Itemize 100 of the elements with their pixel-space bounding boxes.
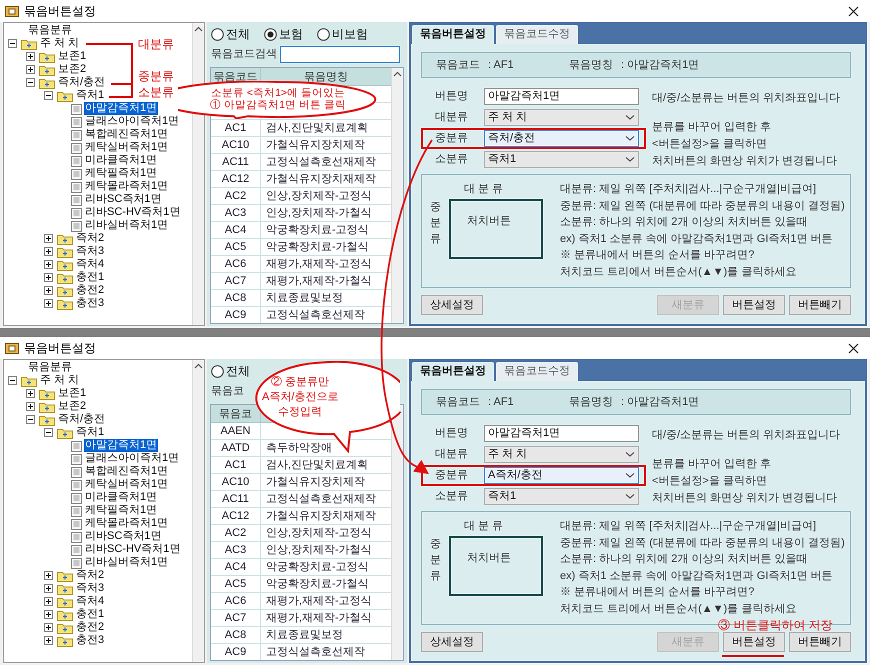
tree-item[interactable]: 충전1 <box>75 271 106 284</box>
tree-item[interactable]: 보존2 <box>57 63 88 76</box>
tree-item[interactable]: 주 처 치 <box>39 37 80 50</box>
radio-button[interactable]: 전체 <box>211 25 250 43</box>
collapse-icon[interactable] <box>44 428 53 437</box>
action-button[interactable]: 상세설정 <box>421 295 483 315</box>
expand-icon[interactable] <box>44 584 53 593</box>
tree-item[interactable]: 리바실버즉처1면 <box>84 219 170 232</box>
tree-item[interactable]: 케탁필즉처1면 <box>84 167 158 180</box>
radio-icon[interactable] <box>211 28 224 40</box>
tree-item[interactable]: 복합레진즉처1면 <box>84 465 170 478</box>
text-field[interactable]: 아말감즉처1면 <box>484 88 639 105</box>
tree-scrollbar[interactable] <box>192 360 204 662</box>
expand-icon[interactable] <box>44 234 53 243</box>
collapse-icon[interactable] <box>26 415 35 424</box>
tab[interactable]: 묶음코드수정 <box>496 362 578 381</box>
tree-item[interactable]: 즉처2 <box>75 232 106 245</box>
expand-icon[interactable] <box>26 65 35 74</box>
tree-item[interactable]: 즉처/충전 <box>57 76 106 89</box>
tree-item[interactable]: 충전2 <box>75 284 106 297</box>
dropdown[interactable]: 즉처1 <box>484 151 639 168</box>
expand-icon[interactable] <box>44 597 53 606</box>
tree-item[interactable]: 즉처3 <box>75 245 106 258</box>
expand-icon[interactable] <box>26 402 35 411</box>
list-scrollbar[interactable] <box>391 405 403 660</box>
action-button[interactable]: 버튼빼기 <box>789 295 851 315</box>
dropdown[interactable]: 즉처/충전 <box>484 130 639 147</box>
expand-icon[interactable] <box>44 610 53 619</box>
tab[interactable]: 묶음버튼설정 <box>412 362 494 381</box>
tree-item[interactable]: 리바실버즉처1면 <box>84 556 170 569</box>
tree-item[interactable]: 보존1 <box>57 387 88 400</box>
tree-item[interactable]: 리바SC즉처1면 <box>84 530 162 543</box>
radio-icon[interactable] <box>317 28 330 40</box>
tree-item[interactable]: 즉처3 <box>75 582 106 595</box>
expand-icon[interactable] <box>26 52 35 61</box>
action-button[interactable]: 상세설정 <box>421 632 483 652</box>
tab[interactable]: 묶음코드수정 <box>496 25 578 44</box>
tree-item[interactable]: 케탁실버즉처1면 <box>84 141 170 154</box>
tree-item[interactable]: 즉처/충전 <box>57 413 106 426</box>
tree-item[interactable]: 보존1 <box>57 50 88 63</box>
collapse-icon[interactable] <box>26 78 35 87</box>
action-button[interactable]: 버튼설정 <box>723 295 785 315</box>
dropdown[interactable]: 즉처1 <box>484 488 639 505</box>
radio-icon[interactable] <box>211 364 224 378</box>
tree-scrollbar[interactable] <box>192 23 204 325</box>
radio-button[interactable]: 비보험 <box>317 25 368 43</box>
tree-item[interactable]: 보존2 <box>57 400 88 413</box>
collapse-icon[interactable] <box>8 39 17 48</box>
radio-icon[interactable] <box>264 28 277 40</box>
radio-button[interactable]: 전체 <box>211 362 250 380</box>
expand-icon[interactable] <box>44 636 53 645</box>
expand-icon[interactable] <box>44 273 53 282</box>
tree-item[interactable]: 주 처 치 <box>39 374 80 387</box>
search-field[interactable] <box>280 46 400 62</box>
tree-item[interactable]: 즉처1 <box>75 426 106 439</box>
tree-item[interactable]: 즉처4 <box>75 258 106 271</box>
dropdown[interactable]: A즉처/충전 <box>484 467 639 484</box>
tree-item[interactable]: 즉처1 <box>75 89 106 102</box>
tree-item[interactable]: 충전3 <box>75 297 106 310</box>
tree-item[interactable]: 케탁실버즉처1면 <box>84 478 170 491</box>
tree-item[interactable]: 케탁몰라즉처1면 <box>84 180 170 193</box>
radio-button[interactable]: 보험 <box>264 25 303 43</box>
close-icon[interactable] <box>848 342 859 354</box>
tree-item[interactable]: 충전2 <box>75 621 106 634</box>
expand-icon[interactable] <box>26 389 35 398</box>
action-button[interactable]: 버튼설정 <box>723 632 785 652</box>
expand-icon[interactable] <box>44 286 53 295</box>
tree-item[interactable]: 아말감즉처1면 <box>84 102 158 115</box>
scroll-up-icon[interactable] <box>194 363 203 369</box>
tree-item[interactable]: 즉처2 <box>75 569 106 582</box>
tree-item[interactable]: 리바SC-HV즉처1면 <box>84 206 182 219</box>
scroll-up-icon[interactable] <box>393 71 402 77</box>
tree-item[interactable]: 아말감즉처1면 <box>84 439 158 452</box>
tree-item[interactable]: 케탁필즉처1면 <box>84 504 158 517</box>
tree-item[interactable]: 미라클즉처1면 <box>84 154 158 167</box>
expand-icon[interactable] <box>44 571 53 580</box>
expand-icon[interactable] <box>44 247 53 256</box>
tree-item[interactable]: 즉처4 <box>75 595 106 608</box>
tree-item[interactable]: 글래스아이즉처1면 <box>84 452 180 465</box>
tree-item[interactable]: 복합레진즉처1면 <box>84 128 170 141</box>
tree-item[interactable]: 글래스아이즉처1면 <box>84 115 180 128</box>
tree-item[interactable]: 충전1 <box>75 608 106 621</box>
close-icon[interactable] <box>848 6 859 16</box>
text-field[interactable]: 아말감즉처1면 <box>484 425 639 442</box>
dropdown[interactable]: 주 처 치 <box>484 109 639 126</box>
tree-item[interactable]: 리바SC즉처1면 <box>84 193 162 206</box>
tab[interactable]: 묶음버튼설정 <box>412 25 494 44</box>
action-button[interactable]: 버튼빼기 <box>789 632 851 652</box>
list-scrollbar[interactable] <box>391 68 403 323</box>
scroll-up-icon[interactable] <box>194 26 203 32</box>
expand-icon[interactable] <box>44 623 53 632</box>
tree-item[interactable]: 케탁몰라즉처1면 <box>84 517 170 530</box>
expand-icon[interactable] <box>44 260 53 269</box>
dropdown[interactable]: 주 처 치 <box>484 446 639 463</box>
collapse-icon[interactable] <box>8 376 17 385</box>
tree-item[interactable]: 충전3 <box>75 634 106 647</box>
tree-item[interactable]: 리바SC-HV즉처1면 <box>84 543 182 556</box>
collapse-icon[interactable] <box>44 91 53 100</box>
expand-icon[interactable] <box>44 299 53 308</box>
tree-item[interactable]: 미라클즉처1면 <box>84 491 158 504</box>
